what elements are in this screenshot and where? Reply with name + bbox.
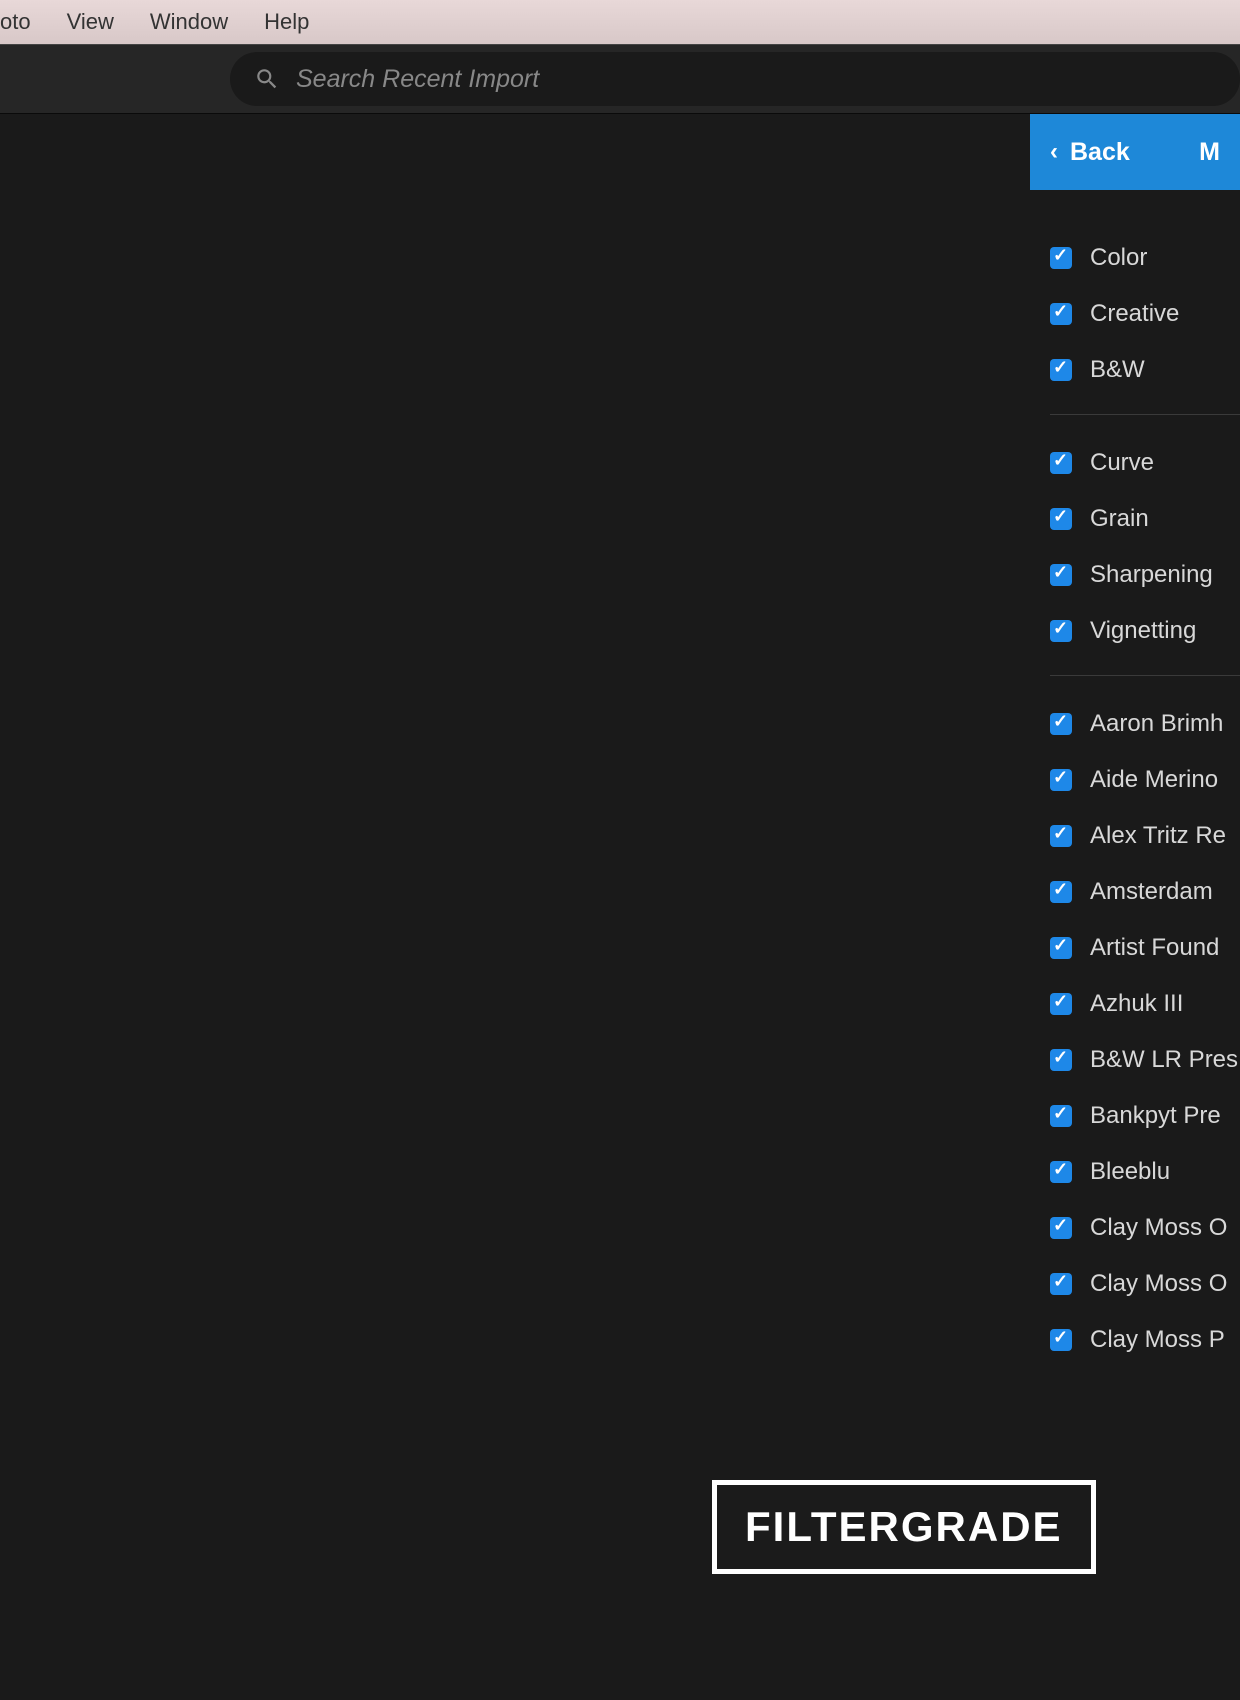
menu-view[interactable]: View: [49, 0, 132, 44]
preset-item[interactable]: Clay Moss O: [1050, 1200, 1240, 1256]
checkbox-icon[interactable]: [1050, 1105, 1072, 1127]
search-box[interactable]: [230, 52, 1240, 106]
preset-item[interactable]: Bankpyt Pre: [1050, 1088, 1240, 1144]
checkbox-icon[interactable]: [1050, 825, 1072, 847]
checkbox-icon[interactable]: [1050, 564, 1072, 586]
menu-window[interactable]: Window: [132, 0, 246, 44]
preset-item[interactable]: B&W LR Pres: [1050, 1032, 1240, 1088]
checkbox-icon[interactable]: [1050, 1217, 1072, 1239]
checkbox-icon[interactable]: [1050, 452, 1072, 474]
checkbox-icon[interactable]: [1050, 1273, 1072, 1295]
checkbox-icon[interactable]: [1050, 620, 1072, 642]
preset-group-2: Curve Grain Sharpening Vignetting: [1050, 435, 1240, 659]
checkbox-icon[interactable]: [1050, 769, 1072, 791]
sidebar-right-label[interactable]: M: [1199, 138, 1220, 167]
divider: [1050, 414, 1240, 415]
divider: [1050, 675, 1240, 676]
preset-item[interactable]: Artist Found: [1050, 920, 1240, 976]
logo-text: FILTERGRADE: [745, 1503, 1063, 1551]
preset-item[interactable]: Azhuk III: [1050, 976, 1240, 1032]
search-icon: [254, 66, 280, 92]
preset-item-vignetting[interactable]: Vignetting: [1050, 603, 1240, 659]
preset-item[interactable]: Clay Moss P: [1050, 1312, 1240, 1368]
preset-item[interactable]: Amsterdam: [1050, 864, 1240, 920]
checkbox-icon[interactable]: [1050, 993, 1072, 1015]
sidebar-header: ‹ Back M: [1030, 114, 1240, 190]
filtergrade-logo: FILTERGRADE: [712, 1480, 1096, 1574]
checkbox-icon[interactable]: [1050, 359, 1072, 381]
preset-item-bw[interactable]: B&W: [1050, 342, 1240, 398]
checkbox-icon[interactable]: [1050, 713, 1072, 735]
menu-bar: oto View Window Help: [0, 0, 1240, 44]
preset-list: Color Creative B&W: [1030, 190, 1240, 1368]
preset-group-3: Aaron Brimh Aide Merino Alex Tritz Re Am…: [1050, 696, 1240, 1368]
menu-photo[interactable]: oto: [0, 0, 49, 44]
chevron-left-icon[interactable]: ‹: [1050, 138, 1058, 166]
preset-item-creative[interactable]: Creative: [1050, 286, 1240, 342]
preset-item-color[interactable]: Color: [1050, 230, 1240, 286]
checkbox-icon[interactable]: [1050, 303, 1072, 325]
preset-item-sharpening[interactable]: Sharpening: [1050, 547, 1240, 603]
preset-item[interactable]: Bleeblu: [1050, 1144, 1240, 1200]
preset-group-1: Color Creative B&W: [1050, 230, 1240, 398]
back-button[interactable]: Back: [1070, 138, 1187, 167]
checkbox-icon[interactable]: [1050, 1161, 1072, 1183]
preset-item[interactable]: Aide Merino: [1050, 752, 1240, 808]
checkbox-icon[interactable]: [1050, 508, 1072, 530]
preset-item[interactable]: Aaron Brimh: [1050, 696, 1240, 752]
search-bar-area: [0, 44, 1240, 114]
checkbox-icon[interactable]: [1050, 247, 1072, 269]
search-input[interactable]: [296, 65, 1240, 94]
preset-item[interactable]: Alex Tritz Re: [1050, 808, 1240, 864]
checkbox-icon[interactable]: [1050, 1049, 1072, 1071]
preset-item-curve[interactable]: Curve: [1050, 435, 1240, 491]
checkbox-icon[interactable]: [1050, 1329, 1072, 1351]
menu-help[interactable]: Help: [246, 0, 327, 44]
preset-item-grain[interactable]: Grain: [1050, 491, 1240, 547]
checkbox-icon[interactable]: [1050, 881, 1072, 903]
preset-item[interactable]: Clay Moss O: [1050, 1256, 1240, 1312]
checkbox-icon[interactable]: [1050, 937, 1072, 959]
